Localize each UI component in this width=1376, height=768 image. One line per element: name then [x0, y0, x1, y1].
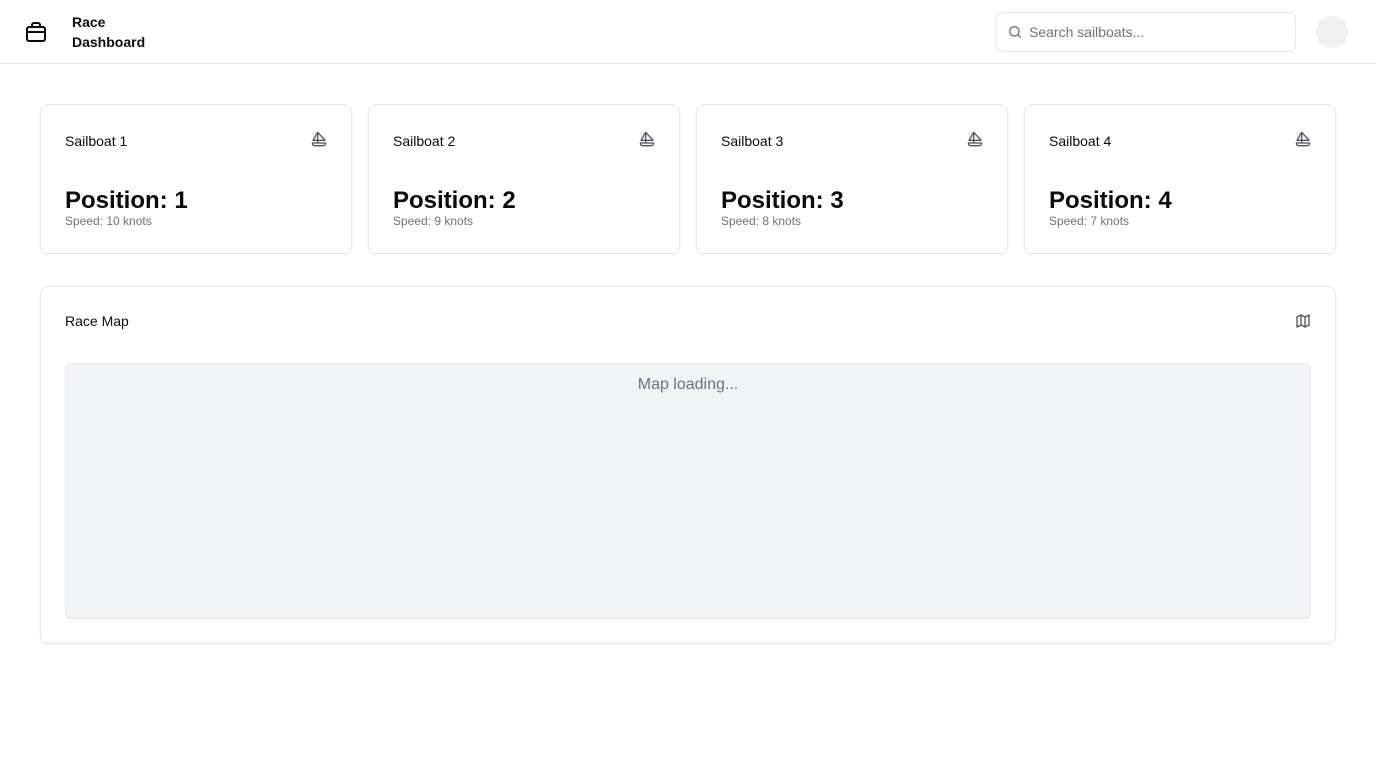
- map-loading-text: Map loading...: [637, 376, 739, 393]
- avatar[interactable]: [1316, 16, 1348, 48]
- top-bar: Race Dashboard: [0, 0, 1376, 64]
- sailboat-icon: [311, 131, 327, 147]
- app-title-line1: Race: [72, 14, 106, 30]
- app-title[interactable]: Race Dashboard: [72, 12, 172, 52]
- search-box: [996, 12, 1296, 52]
- package-icon: [24, 20, 48, 44]
- sailboat-card: Sailboat 4 Position: 4 Speed: 7 knots: [1024, 104, 1336, 254]
- race-map[interactable]: Map loading...: [65, 363, 1311, 619]
- sailboat-card: Sailboat 1 Position: 1 Speed: 10 knots: [40, 104, 352, 254]
- race-map-title: Race Map: [65, 313, 129, 329]
- sailboat-speed: Speed: 9 knots: [393, 214, 474, 228]
- sailboat-icon: [639, 131, 655, 147]
- sailboat-speed: Speed: 8 knots: [721, 214, 802, 228]
- sailboat-card: Sailboat 3 Position: 3 Speed: 8 knots: [696, 104, 1008, 254]
- sailboat-speed: Speed: 10 knots: [65, 214, 152, 228]
- search-input[interactable]: [1029, 13, 1289, 51]
- sailboat-name: Sailboat 3: [721, 133, 784, 149]
- race-map-card: Race Map Map loading...: [40, 286, 1336, 644]
- map-icon: [1295, 313, 1311, 329]
- sailboat-speed: Speed: 7 knots: [1049, 214, 1130, 228]
- sailboat-name: Sailboat 1: [65, 133, 128, 149]
- search-icon: [1007, 24, 1023, 40]
- sailboat-card: Sailboat 2 Position: 2 Speed: 9 knots: [368, 104, 680, 254]
- app-title-line2: Dashboard: [72, 34, 146, 50]
- sailboat-name: Sailboat 2: [393, 133, 456, 149]
- sailboat-icon: [1295, 131, 1311, 147]
- sailboat-name: Sailboat 4: [1049, 133, 1112, 149]
- sailboat-icon: [967, 131, 983, 147]
